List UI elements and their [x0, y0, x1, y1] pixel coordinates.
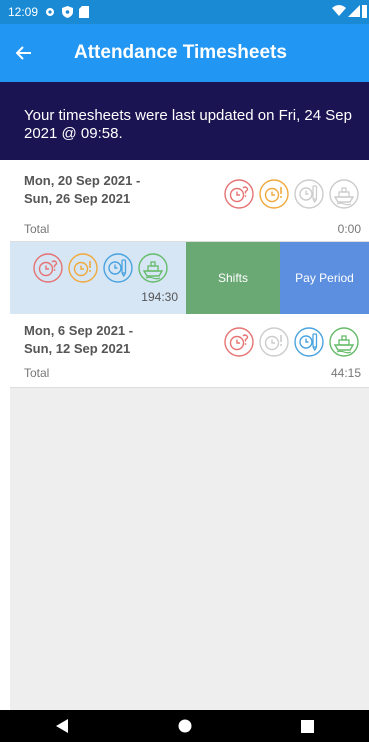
- status-icons: [223, 178, 360, 210]
- timesheet-row[interactable]: Mon, 20 Sep 2021 - Sun, 26 Sep 2021 Tota…: [10, 160, 369, 242]
- last-updated-banner: Your timesheets were last updated on Fri…: [0, 82, 369, 160]
- range-start: Mon, 6 Sep 2021 -: [24, 323, 134, 338]
- ship-icon: [328, 326, 360, 358]
- nav-back-button[interactable]: [47, 711, 77, 741]
- late-clock-question-icon: [223, 326, 255, 358]
- sd-card-icon: [79, 6, 90, 18]
- pay-period-button[interactable]: Pay Period: [280, 242, 369, 314]
- date-range: Mon, 20 Sep 2021 - Sun, 26 Sep 2021: [24, 172, 140, 208]
- clock-pencil-icon: [293, 326, 325, 358]
- range-start: Mon, 20 Sep 2021 -: [24, 173, 141, 188]
- system-nav-bar: [0, 710, 369, 742]
- battery-icon: [362, 4, 367, 21]
- timesheet-row[interactable]: Mon, 6 Sep 2021 - Sun, 12 Sep 2021 Total…: [10, 314, 369, 388]
- circle-home-icon: [178, 719, 191, 733]
- total-label: Total: [24, 222, 50, 236]
- date-range: Mon, 6 Sep 2021 - Sun, 12 Sep 2021: [24, 322, 133, 358]
- overtime-clock-alert-icon: [67, 252, 99, 284]
- triangle-back-icon: [55, 719, 68, 733]
- square-recents-icon: [301, 719, 314, 733]
- status-time: 12:09: [8, 5, 39, 19]
- arrow-left-icon: [16, 46, 31, 60]
- timesheet-row-swiped[interactable]: 194:30 Shifts Pay Period: [10, 242, 369, 314]
- total-label: Total: [24, 366, 50, 380]
- back-button[interactable]: [0, 24, 48, 82]
- overtime-clock-alert-icon: [258, 326, 290, 358]
- overtime-clock-alert-icon: [258, 178, 290, 210]
- total-value: 194:30: [141, 290, 178, 304]
- settings-gear-icon: [44, 6, 56, 18]
- wifi-icon: [332, 4, 346, 21]
- status-icons: [223, 326, 360, 358]
- shield-icon: [62, 6, 74, 18]
- shifts-button[interactable]: Shifts: [186, 242, 280, 314]
- last-updated-text: Your timesheets were last updated on Fri…: [24, 107, 352, 142]
- ship-icon: [137, 252, 169, 284]
- app-bar: Attendance Timesheets: [0, 24, 369, 82]
- nav-recents-button[interactable]: [293, 711, 323, 741]
- nav-home-button[interactable]: [170, 711, 200, 741]
- total-value: 44:15: [330, 366, 361, 380]
- total-value: 0:00: [337, 222, 361, 236]
- status-bar: 12:09: [0, 0, 369, 24]
- late-clock-question-icon: [223, 178, 255, 210]
- timesheet-list: Mon, 20 Sep 2021 - Sun, 26 Sep 2021 Tota…: [10, 160, 369, 710]
- late-clock-question-icon: [32, 252, 64, 284]
- page-title: Attendance Timesheets: [74, 42, 287, 63]
- range-end: Sun, 26 Sep 2021: [24, 191, 131, 206]
- clock-pencil-icon: [102, 252, 134, 284]
- range-end: Sun, 12 Sep 2021: [24, 341, 131, 356]
- status-icons: [32, 252, 169, 284]
- signal-icon: [348, 4, 360, 21]
- swiped-row-content[interactable]: 194:30: [10, 242, 186, 314]
- clock-pencil-icon: [293, 178, 325, 210]
- ship-icon: [328, 178, 360, 210]
